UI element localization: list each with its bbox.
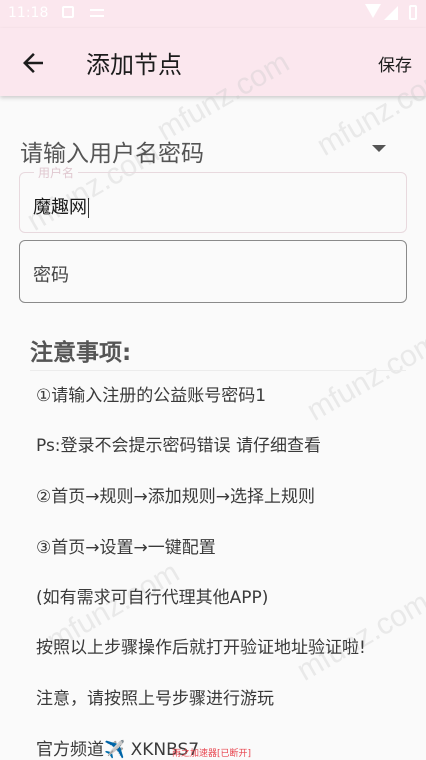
note-item: ②首页→规则→添加规则→选择上规则 <box>36 487 315 507</box>
caret-down-icon <box>372 145 386 152</box>
note-item: (如有需求可自行代理其他APP) <box>36 588 269 608</box>
arrow-left-icon <box>23 53 43 73</box>
status-time: 11:18 <box>8 5 49 21</box>
battery-icon <box>409 5 417 20</box>
page-title: 添加节点 <box>86 51 182 79</box>
save-button[interactable]: 保存 <box>378 51 412 76</box>
dropdown-label: 请输入用户名密码 <box>20 141 204 167</box>
watermark: mfunz.com <box>301 325 426 428</box>
note-item: 注意，请按照上号步骤进行游玩 <box>36 689 274 709</box>
cellular-icon <box>384 6 398 20</box>
notification-icon <box>62 6 74 18</box>
notes-title: 注意事项: <box>30 340 132 366</box>
note-item: Ps:登录不会提示密码错误 请仔细查看 <box>36 436 321 456</box>
note-item: 按照以上步骤操作后就打开验证地址验证啦! <box>36 638 366 658</box>
text-cursor <box>88 198 89 218</box>
account-type-dropdown[interactable]: 请输入用户名密码 <box>20 130 400 167</box>
vpn-status-caption: 雨之加速器[已断开] <box>172 749 252 759</box>
divider <box>30 370 406 371</box>
password-placeholder: 密码 <box>33 265 69 286</box>
channel-prefix: 官方频道 <box>36 740 104 760</box>
username-input[interactable]: 魔趣网 <box>33 193 89 219</box>
status-bar: 11:18 <box>0 0 426 28</box>
username-label: 用户名 <box>34 164 79 181</box>
username-value: 魔趣网 <box>33 197 87 218</box>
paper-plane-icon: ✈️ <box>104 740 126 760</box>
app-bar: 添加节点 保存 <box>0 28 426 96</box>
note-item: ③首页→设置→一键配置 <box>36 538 216 558</box>
notification-icon-2 <box>90 9 104 17</box>
username-field[interactable]: 用户名 魔趣网 <box>19 164 407 233</box>
wifi-icon <box>365 4 381 18</box>
password-field[interactable]: 密码 <box>19 240 407 303</box>
note-item: ①请输入注册的公益账号密码1 <box>36 386 267 406</box>
back-button[interactable] <box>18 48 48 78</box>
